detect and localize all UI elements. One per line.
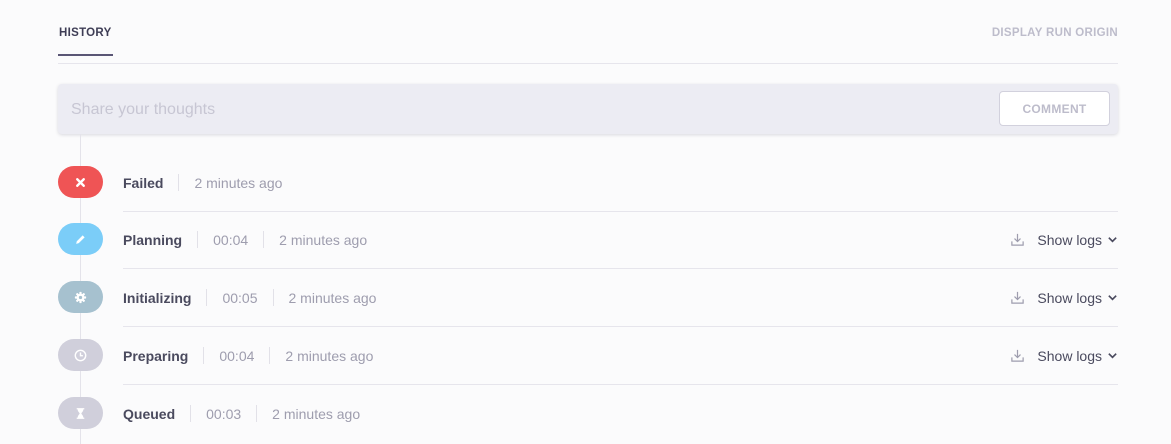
comment-box: COMMENT [58, 84, 1118, 136]
status-label: Failed [123, 174, 164, 191]
status-badge [58, 281, 103, 313]
duration: 00:03 [206, 405, 242, 422]
divider [263, 231, 265, 248]
divider [178, 174, 180, 191]
download-icon [1011, 349, 1025, 362]
show-logs-button[interactable]: Show logs [1010, 290, 1118, 306]
divider [203, 347, 205, 364]
status-label: Initializing [123, 289, 192, 306]
show-logs-label: Show logs [1037, 347, 1102, 364]
comment-input[interactable] [69, 84, 973, 136]
timestamp: 2 minutes ago [285, 347, 374, 364]
display-run-origin-link[interactable]: DISPLAY RUN ORIGIN [992, 27, 1118, 39]
history-row-preparing: Preparing 00:04 2 minutes ago Show logs [58, 327, 1118, 385]
status-badge [58, 339, 103, 371]
history-row-content: Preparing 00:04 2 minutes ago Show logs [123, 327, 1118, 385]
history-row-initializing: Initializing 00:05 2 minutes ago Show lo… [58, 269, 1118, 327]
tab-bar: HISTORY DISPLAY RUN ORIGIN [58, 0, 1118, 64]
close-icon [76, 177, 85, 187]
show-logs-label: Show logs [1037, 289, 1102, 306]
timestamp: 2 minutes ago [288, 289, 377, 306]
timestamp: 2 minutes ago [194, 174, 283, 191]
divider [197, 231, 199, 248]
history-row-content: Failed 2 minutes ago [123, 154, 1118, 212]
history-row-planning: Planning 00:04 2 minutes ago Show logs [58, 211, 1118, 269]
divider [190, 405, 192, 422]
show-logs-label: Show logs [1037, 231, 1102, 248]
hourglass-icon [76, 407, 85, 419]
divider [272, 289, 274, 306]
chevron-down-icon [1108, 237, 1117, 243]
status-badge [58, 166, 103, 198]
status-badge [58, 223, 103, 255]
duration: 00:04 [213, 231, 249, 248]
chevron-down-icon [1108, 295, 1117, 301]
divider [206, 289, 208, 306]
timestamp: 2 minutes ago [272, 405, 361, 422]
divider [256, 405, 258, 422]
history-row-failed: Failed 2 minutes ago [58, 154, 1118, 212]
duration: 00:05 [222, 289, 258, 306]
tab-history[interactable]: HISTORY [58, 27, 113, 56]
status-badge [58, 397, 103, 429]
pencil-icon [76, 234, 85, 244]
status-label: Queued [123, 405, 176, 422]
show-logs-button[interactable]: Show logs [1010, 232, 1118, 248]
history-row-content: Initializing 00:05 2 minutes ago Show lo… [123, 269, 1118, 327]
history-row-queued: Queued 00:03 2 minutes ago [58, 385, 1118, 442]
status-label: Preparing [123, 347, 189, 364]
divider [269, 347, 271, 364]
history-row-content: Queued 00:03 2 minutes ago [123, 385, 1118, 442]
download-icon [1011, 291, 1025, 304]
chevron-down-icon [1108, 353, 1117, 359]
status-label: Planning [123, 231, 183, 248]
duration: 00:04 [219, 347, 255, 364]
timestamp: 2 minutes ago [279, 231, 368, 248]
download-icon [1011, 233, 1025, 246]
history-row-content: Planning 00:04 2 minutes ago Show logs [123, 211, 1118, 269]
gear-icon [74, 291, 87, 303]
comment-button[interactable]: COMMENT [999, 91, 1110, 126]
show-logs-button[interactable]: Show logs [1010, 348, 1118, 364]
clock-icon [74, 349, 87, 361]
